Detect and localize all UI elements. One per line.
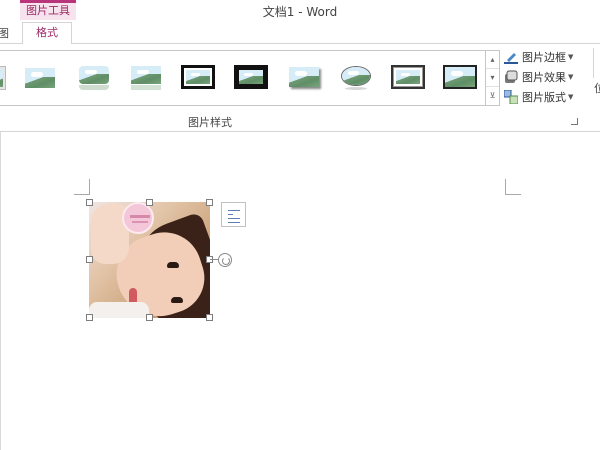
- picture-layout-label: 图片版式: [522, 91, 566, 104]
- cushion-compact: [122, 202, 154, 234]
- style-double-black-frame[interactable]: [234, 63, 268, 91]
- picture-border-icon: [504, 50, 518, 64]
- style-metal-frame[interactable]: [391, 63, 425, 91]
- word-window: 图片工具 文档1 - Word 图 格式 ▴ ▾ ⊻ 图片样式 图片边框 ▼ 图…: [0, 0, 600, 450]
- dropdown-arrow-icon: ▼: [568, 93, 574, 101]
- dropdown-arrow-icon: ▼: [568, 73, 574, 81]
- style-reflected-rounded[interactable]: [77, 63, 111, 91]
- resize-handle-left[interactable]: [86, 256, 93, 263]
- picture-layout-icon: [503, 89, 519, 105]
- resize-handle-bottom-left[interactable]: [86, 314, 93, 321]
- document-title: 文档1 - Word: [262, 5, 338, 19]
- style-reflected-bevel[interactable]: [129, 63, 163, 91]
- dropdown-arrow-icon: ▼: [568, 53, 574, 61]
- resize-handle-bottom-right[interactable]: [206, 314, 213, 321]
- title-bar: 图片工具 文档1 - Word: [0, 0, 600, 22]
- tab-partial[interactable]: 图: [0, 25, 9, 41]
- ribbon: ▴ ▾ ⊻ 图片样式 图片边框 ▼ 图片效果 ▼ 图片版式 ▼ 位: [0, 44, 600, 132]
- tab-format[interactable]: 格式: [22, 22, 72, 45]
- rotate-handle-icon[interactable]: [218, 253, 232, 267]
- picture-effects-icon: [504, 70, 518, 84]
- gallery-scroll: ▴ ▾ ⊻: [486, 50, 500, 106]
- style-drop-shadow-rectangle[interactable]: [287, 63, 321, 91]
- resize-handle-top-left[interactable]: [86, 199, 93, 206]
- gallery-more-button[interactable]: ⊻: [486, 87, 499, 105]
- document-area: [0, 132, 600, 450]
- ribbon-group-divider: [593, 48, 594, 78]
- style-simple-frame-white[interactable]: [0, 63, 5, 91]
- dialog-launcher-icon[interactable]: [571, 118, 578, 125]
- chevron-up-icon: ▴: [490, 55, 495, 64]
- margin-corner-top-left: [74, 179, 90, 195]
- resize-handle-bottom[interactable]: [146, 314, 153, 321]
- ribbon-tabs: 图 格式: [0, 22, 600, 45]
- inserted-picture[interactable]: [89, 202, 210, 318]
- resize-handle-top-right[interactable]: [206, 199, 213, 206]
- layout-options-button[interactable]: [221, 202, 246, 227]
- gallery-scroll-down-button[interactable]: ▾: [486, 69, 499, 87]
- style-soft-edge[interactable]: [23, 63, 57, 91]
- gallery-scroll-up-button[interactable]: ▴: [486, 51, 499, 69]
- style-thick-black-frame[interactable]: [181, 63, 215, 91]
- position-button-partial[interactable]: 位: [594, 80, 600, 96]
- style-simple-black-frame[interactable]: [443, 63, 477, 91]
- resize-handle-top[interactable]: [146, 199, 153, 206]
- page-edge: [0, 132, 1, 450]
- picture-border-label: 图片边框: [522, 51, 566, 64]
- picture-layout-button[interactable]: 图片版式 ▼: [503, 88, 574, 106]
- picture-border-button[interactable]: 图片边框 ▼: [504, 48, 573, 66]
- chevron-down-icon: ▾: [490, 73, 495, 82]
- margin-corner-top-right: [505, 179, 521, 195]
- expand-gallery-icon: ⊻: [489, 91, 496, 100]
- picture-effects-button[interactable]: 图片效果 ▼: [504, 68, 573, 86]
- style-oval-soft[interactable]: [339, 63, 373, 91]
- picture-effects-label: 图片效果: [522, 71, 566, 84]
- picture-styles-group-label: 图片样式: [188, 116, 232, 129]
- picture-styles-gallery: [0, 50, 486, 106]
